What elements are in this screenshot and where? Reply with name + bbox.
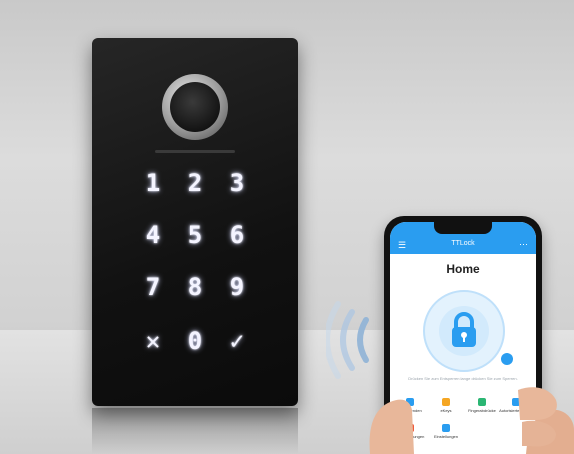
unlock-button[interactable]	[423, 290, 505, 372]
key-7[interactable]: 7	[138, 272, 168, 302]
key-3[interactable]: 3	[222, 168, 252, 198]
refresh-dot-icon[interactable]	[501, 353, 513, 365]
fingerprint-sensor	[162, 74, 228, 140]
product-scene: 1 2 3 4 5 6 7 8 9 ✕ 0 ✓ ☰ TTLock ⋯ Home	[0, 0, 574, 454]
page-title: Home	[446, 262, 480, 276]
key-5[interactable]: 5	[180, 220, 210, 250]
key-cancel[interactable]: ✕	[138, 326, 168, 356]
unlock-button-inner	[439, 306, 489, 356]
key-0[interactable]: 0	[180, 326, 210, 356]
key-4[interactable]: 4	[138, 220, 168, 250]
padlock-icon	[452, 312, 476, 347]
key-8[interactable]: 8	[180, 272, 210, 302]
phone-notch	[434, 222, 492, 234]
key-confirm[interactable]: ✓	[222, 326, 252, 356]
app-title: TTLock	[451, 240, 475, 247]
hand	[369, 387, 574, 454]
key-9[interactable]: 9	[222, 272, 252, 302]
key-1[interactable]: 1	[138, 168, 168, 198]
wireless-signal-icon	[326, 301, 369, 379]
smart-lock-panel: 1 2 3 4 5 6 7 8 9 ✕ 0 ✓	[92, 38, 298, 406]
key-6[interactable]: 6	[222, 220, 252, 250]
fingerprint-pad	[170, 82, 220, 132]
indicator-slit	[155, 150, 235, 153]
key-2[interactable]: 2	[180, 168, 210, 198]
lock-reflection	[92, 408, 298, 454]
more-icon[interactable]: ⋯	[519, 239, 528, 250]
